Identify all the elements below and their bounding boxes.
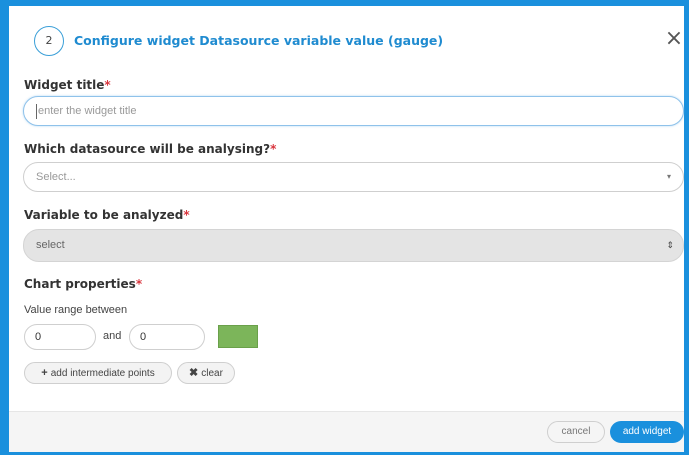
widget-title-input[interactable]: enter the widget title bbox=[23, 96, 684, 126]
chart-properties-label-text: Chart properties bbox=[24, 277, 136, 291]
variable-label-text: Variable to be analyzed bbox=[24, 208, 184, 222]
datasource-label: Which datasource will be analysing?* bbox=[24, 142, 276, 156]
range-max-input[interactable]: 0 bbox=[129, 324, 205, 350]
datasource-label-text: Which datasource will be analysing? bbox=[24, 142, 271, 156]
widget-title-label: Widget title* bbox=[24, 78, 111, 92]
required-mark: * bbox=[135, 277, 143, 291]
and-label: and bbox=[103, 330, 122, 342]
up-down-arrows-icon: ⇕ bbox=[666, 240, 674, 250]
chevron-down-icon: ▾ bbox=[666, 172, 671, 181]
variable-select-value: select bbox=[36, 239, 65, 251]
color-picker-swatch[interactable] bbox=[218, 325, 258, 348]
variable-label: Variable to be analyzed* bbox=[24, 208, 190, 222]
datasource-select[interactable]: Select... ▾ bbox=[23, 162, 684, 192]
range-min-input[interactable]: 0 bbox=[24, 324, 96, 350]
variable-select[interactable]: select ⇕ bbox=[23, 229, 684, 262]
datasource-select-value: Select... bbox=[36, 171, 76, 183]
text-caret bbox=[36, 104, 37, 119]
dialog-header: 2 Configure widget Datasource variable v… bbox=[22, 24, 683, 60]
widget-title-label-text: Widget title bbox=[24, 78, 105, 92]
add-widget-button[interactable]: add widget bbox=[610, 421, 684, 443]
x-icon: ✖ bbox=[189, 367, 199, 379]
cancel-button[interactable]: cancel bbox=[547, 421, 605, 443]
chart-properties-label: Chart properties* bbox=[24, 277, 142, 291]
clear-button[interactable]: ✖ clear bbox=[177, 362, 235, 384]
dialog-title: Configure widget Datasource variable val… bbox=[74, 33, 444, 48]
value-range-label: Value range between bbox=[24, 304, 128, 316]
dialog-footer: cancel add widget bbox=[9, 411, 684, 452]
plus-icon: + bbox=[41, 367, 48, 379]
close-icon[interactable]: × bbox=[662, 26, 686, 52]
widget-config-dialog bbox=[0, 0, 689, 455]
widget-title-placeholder: enter the widget title bbox=[38, 105, 137, 117]
required-mark: * bbox=[104, 78, 111, 92]
clear-label: clear bbox=[201, 368, 223, 379]
add-intermediate-points-button[interactable]: + add intermediate points bbox=[24, 362, 172, 384]
step-number-badge: 2 bbox=[34, 26, 64, 56]
add-points-label: add intermediate points bbox=[50, 368, 155, 379]
required-mark: * bbox=[183, 208, 190, 222]
required-mark: * bbox=[270, 142, 277, 156]
